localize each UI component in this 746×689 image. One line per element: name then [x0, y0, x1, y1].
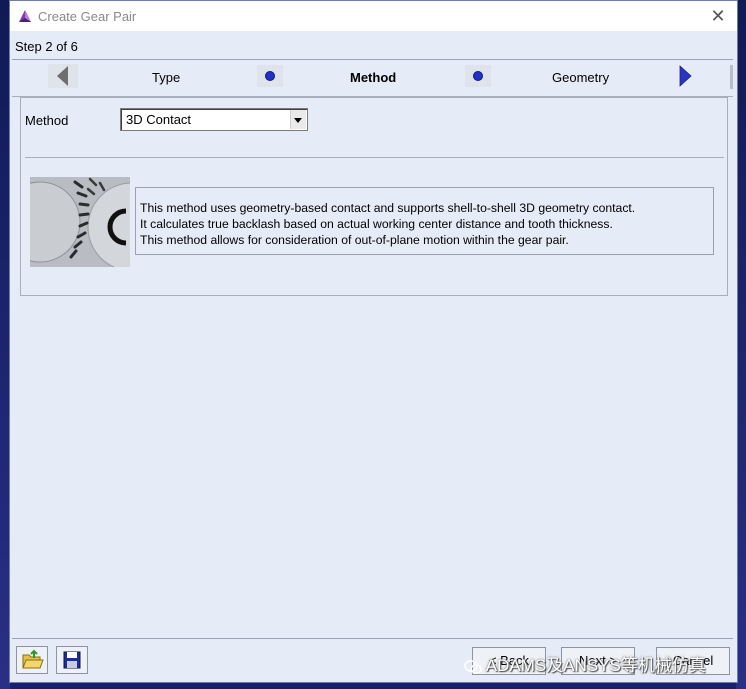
method-selected-value: 3D Contact: [126, 112, 192, 127]
arrow-left-icon: [57, 66, 68, 86]
step-method[interactable]: Method: [350, 70, 396, 85]
open-file-button[interactable]: [16, 646, 48, 674]
method-dropdown[interactable]: 3D Contact: [120, 108, 308, 131]
step-separator: [257, 65, 283, 87]
divider: [25, 157, 724, 158]
close-icon: ✕: [710, 6, 726, 26]
divider: [12, 638, 733, 639]
step-dot-icon: [473, 71, 483, 81]
method-panel: Method 3D Contact This method uses geome…: [20, 97, 728, 296]
description-line: It calculates true backlash based on act…: [140, 217, 613, 231]
window-title: Create Gear Pair: [38, 9, 137, 24]
method-label: Method: [25, 113, 69, 128]
watermark-text: ADAMS及ANSYS等机械仿真: [485, 656, 706, 675]
step-dot-icon: [265, 71, 275, 81]
watermark: ADAMS及ANSYS等机械仿真: [464, 651, 706, 676]
gear-contact-illustration: [30, 177, 130, 267]
create-gear-pair-dialog: Create Gear Pair ✕ Step 2 of 6 Type Meth…: [9, 0, 738, 683]
wechat-icon: [464, 659, 482, 674]
step-separator: [465, 65, 491, 87]
arrow-right-icon: [679, 65, 692, 87]
nav-edge: [730, 65, 733, 89]
close-button[interactable]: ✕: [707, 5, 729, 27]
divider: [12, 59, 733, 60]
description-line: This method uses geometry-based contact …: [140, 201, 636, 215]
dialog-client-area: Step 2 of 6 Type Method Geometry Method …: [10, 31, 737, 682]
step-type[interactable]: Type: [152, 70, 180, 85]
floppy-disk-icon: [63, 651, 81, 669]
step-geometry[interactable]: Geometry: [552, 70, 609, 85]
step-indicator: Step 2 of 6: [15, 39, 78, 54]
gear-pair-icon: [30, 177, 130, 267]
chevron-down-icon[interactable]: [290, 110, 306, 129]
folder-open-icon: [22, 649, 44, 669]
method-description: This method uses geometry-based contact …: [135, 187, 714, 255]
title-bar: Create Gear Pair ✕: [10, 1, 737, 31]
description-line: This method allows for consideration of …: [140, 233, 569, 247]
next-step-arrow-button[interactable]: [670, 64, 700, 88]
previous-step-button[interactable]: [48, 64, 78, 88]
wizard-step-nav: Type Method Geometry: [10, 63, 737, 89]
adams-logo-icon: [19, 10, 31, 22]
save-button[interactable]: [56, 646, 88, 674]
